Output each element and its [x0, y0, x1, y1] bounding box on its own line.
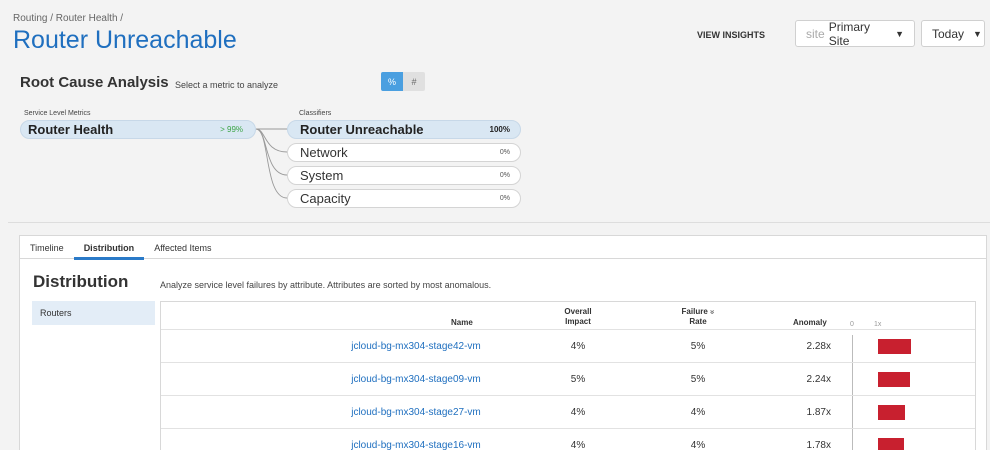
- header-text: Failure: [681, 307, 708, 316]
- sort-descending-icon: »: [708, 309, 718, 315]
- failure-rate-value: 4%: [690, 440, 706, 450]
- classifier-connector-lines: [255, 128, 288, 199]
- classifier-name: System: [300, 168, 344, 183]
- overall-impact-value: 4%: [570, 407, 586, 418]
- percent-toggle-button[interactable]: %: [381, 72, 403, 91]
- classifier-capacity[interactable]: Capacity 0%: [287, 189, 521, 208]
- caret-down-icon: ▼: [895, 28, 904, 39]
- tab-timeline[interactable]: Timeline: [20, 236, 74, 259]
- column-header-overall-impact[interactable]: Overall Impact: [556, 307, 600, 327]
- caret-down-icon: ▼: [973, 28, 982, 39]
- site-prefix: site: [806, 26, 825, 41]
- anomaly-bar: [878, 438, 904, 450]
- rca-title: Root Cause Analysis: [20, 74, 169, 91]
- column-header-failure-rate[interactable]: Failure » Rate: [673, 307, 723, 327]
- site-value: Primary Site: [828, 19, 871, 48]
- classifier-percent: 0%: [499, 149, 510, 156]
- header-line: Overall: [564, 307, 592, 316]
- distribution-subtitle: Analyze service level failures by attrib…: [160, 280, 492, 290]
- count-toggle-button[interactable]: #: [403, 72, 425, 91]
- view-insights-button[interactable]: VIEW INSIGHTS: [697, 30, 765, 40]
- failure-rate-value: 5%: [690, 341, 706, 352]
- table-row: jcloud-bg-mx304-stage09-vm 5% 5% 2.24x: [161, 362, 975, 395]
- metrics-column-label: Service Level Metrics: [24, 110, 91, 117]
- table-row: jcloud-bg-mx304-stage42-vm 4% 5% 2.28x: [161, 329, 975, 362]
- router-name-link[interactable]: jcloud-bg-mx304-stage09-vm: [321, 363, 511, 396]
- tab-bar: Timeline Distribution Affected Items: [20, 236, 986, 260]
- classifier-percent: 0%: [499, 195, 510, 202]
- classifier-router-unreachable[interactable]: Router Unreachable 100%: [287, 120, 521, 139]
- attribute-item-routers[interactable]: Routers: [32, 301, 155, 325]
- distribution-title: Distribution: [33, 272, 129, 291]
- value-mode-toggle: % #: [381, 72, 425, 91]
- failure-rate-value: 5%: [690, 374, 706, 385]
- anomaly-bar: [878, 372, 911, 387]
- classifier-network[interactable]: Network 0%: [287, 143, 521, 162]
- anomaly-value: 1.87x: [806, 407, 831, 418]
- header-line: Impact: [565, 317, 591, 326]
- rca-subtitle: Select a metric to analyze: [175, 80, 279, 90]
- anomaly-value: 2.28x: [806, 341, 831, 352]
- column-header-anomaly[interactable]: Anomaly: [793, 318, 827, 328]
- router-name-link[interactable]: jcloud-bg-mx304-stage16-vm: [321, 429, 511, 450]
- section-divider: [8, 222, 990, 223]
- overall-impact-value: 5%: [570, 374, 586, 385]
- failure-rate-value: 4%: [690, 407, 706, 418]
- classifier-percent: 0%: [499, 172, 510, 179]
- tab-distribution[interactable]: Distribution: [73, 236, 145, 260]
- anomaly-scale-one: 1x: [874, 321, 882, 328]
- classifier-name: Network: [300, 145, 348, 160]
- router-name-link[interactable]: jcloud-bg-mx304-stage42-vm: [321, 330, 511, 363]
- anomaly-bar: [878, 405, 906, 420]
- table-row: jcloud-bg-mx304-stage16-vm 4% 4% 1.78x: [161, 428, 975, 450]
- anomaly-value: 2.24x: [806, 374, 831, 385]
- page-title: Router Unreachable: [13, 26, 237, 54]
- table-row: jcloud-bg-mx304-stage27-vm 4% 4% 1.87x: [161, 395, 975, 428]
- date-dropdown[interactable]: Today ▼: [921, 20, 985, 47]
- tab-affected-items[interactable]: Affected Items: [144, 236, 221, 259]
- anomaly-scale-zero: 0: [850, 321, 854, 328]
- anomaly-bar: [878, 339, 912, 354]
- classifier-system[interactable]: System 0%: [287, 166, 521, 185]
- distribution-table: Name Overall Impact Failure » Rate Anoma…: [160, 301, 976, 450]
- column-header-name[interactable]: Name: [451, 318, 473, 328]
- metric-name: Router Health: [28, 122, 114, 137]
- metric-percent: > 99%: [220, 125, 243, 134]
- site-dropdown[interactable]: site Primary Site ▼: [795, 19, 915, 48]
- metric-router-health[interactable]: Router Health > 99%: [20, 120, 256, 139]
- overall-impact-value: 4%: [570, 440, 586, 450]
- date-value: Today: [932, 26, 965, 41]
- header-line: Failure »: [673, 307, 723, 317]
- router-name-link[interactable]: jcloud-bg-mx304-stage27-vm: [321, 396, 511, 429]
- classifier-name: Capacity: [300, 191, 351, 206]
- classifiers-column-label: Classifiers: [299, 110, 332, 117]
- classifier-name: Router Unreachable: [300, 122, 424, 137]
- breadcrumb[interactable]: Routing / Router Health /: [13, 13, 123, 24]
- details-panel: Timeline Distribution Affected Items Dis…: [19, 235, 987, 450]
- header-line: Rate: [689, 317, 707, 326]
- classifier-percent: 100%: [489, 125, 510, 134]
- anomaly-value: 1.78x: [806, 440, 831, 450]
- overall-impact-value: 4%: [570, 341, 586, 352]
